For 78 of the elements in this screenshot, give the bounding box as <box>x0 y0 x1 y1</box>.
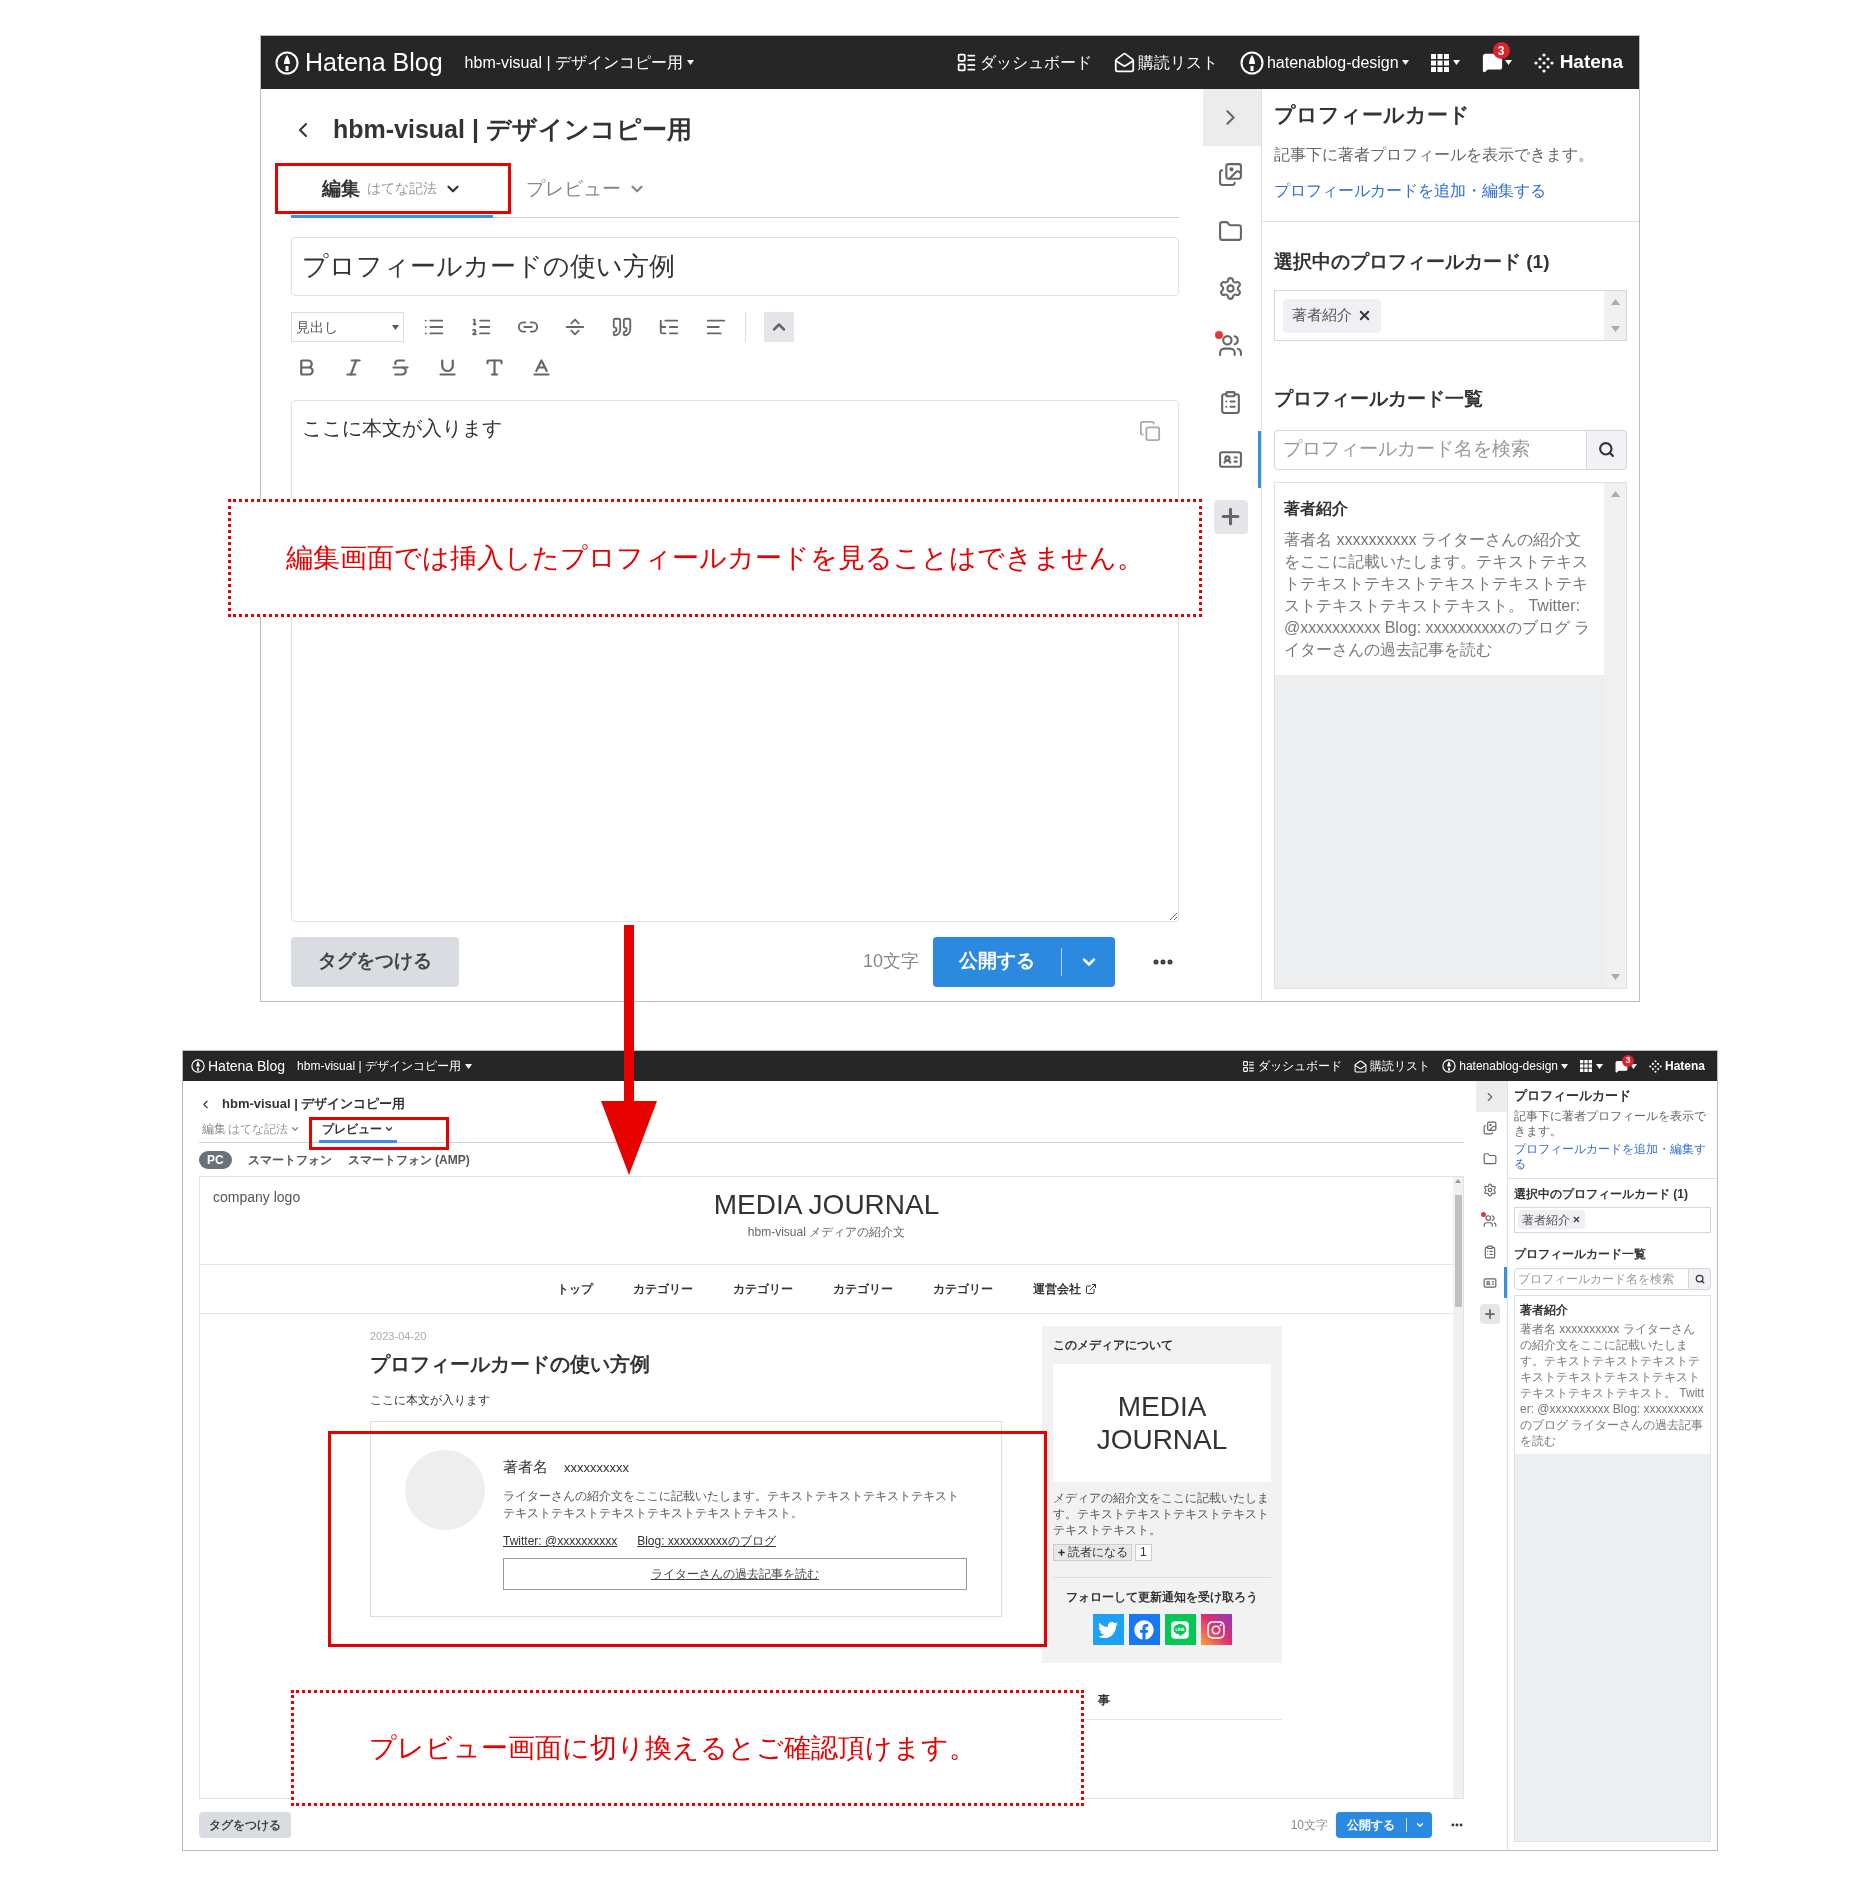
media-logo: MEDIA JOURNAL <box>1053 1364 1271 1482</box>
edit-cards-link[interactable]: プロフィールカードを追加・編集する <box>1274 178 1627 203</box>
card-summary: 著者名 xxxxxxxxxx ライターさんの紹介文をここに記載いたします。テキストテキストテキストテキストテキストテキストテキストテキストテキストテキスト。 Twitter: @xxxxxxxxxx Blog: xxxxxxxxxxのブログ ライターさんの過去記事を読む <box>1284 529 1592 660</box>
card-list-heading: プロフィールカード一覧 <box>1274 387 1484 411</box>
site-nav-link[interactable]: カテゴリー <box>932 1280 993 1298</box>
device-tab[interactable]: スマートフォン (AMP) <box>347 1151 470 1169</box>
mode-tab[interactable]: プレビュー <box>319 1120 397 1143</box>
panel-description: 記事下に著者プロフィールを表示できます。 <box>1514 1108 1707 1139</box>
site-nav-link[interactable]: トップ <box>556 1280 593 1298</box>
title-field[interactable]: プロフィールカードの使い方例 <box>291 237 1179 296</box>
device-tab[interactable]: PC <box>199 1151 232 1169</box>
subscribe-button[interactable]: 読者になる <box>1053 1544 1132 1561</box>
edit-cards-link[interactable]: プロフィールカードを追加・編集する <box>1514 1141 1711 1172</box>
blog-title: hbm-visual | デザインコピー用 <box>222 1095 406 1114</box>
site-nav-link[interactable]: カテゴリー <box>732 1280 793 1298</box>
site-description: hbm-visual メディアの紹介文 <box>747 1224 906 1241</box>
mode-tab[interactable]: 編集 はてな記法 <box>291 174 493 218</box>
hatena-blog-logo[interactable]: Hatena Blog <box>275 43 443 82</box>
device-tab[interactable]: スマートフォン <box>247 1151 332 1169</box>
annotation-note: プレビュー画面に切り換えるとご確認頂けます。 <box>291 1690 1084 1806</box>
publish-button[interactable]: 公開する <box>1336 1811 1432 1838</box>
past-articles-button[interactable]: ライターさんの過去記事を読む <box>503 1558 967 1590</box>
publish-button[interactable]: 公開する <box>933 936 1115 987</box>
post-date: 2023-04-20 <box>370 1329 428 1344</box>
profile-card-item[interactable]: 著者紹介 著者名 xxxxxxxxxx ライターさんの紹介文をここに記載いたします。テキストテキストテキストテキストテキストテキストテキストテキストテキストテキスト。 Twitter: @xxxxxxxxxx Blog: xxxxxxxxxxのブログ ライターさんの過去記事を読む <box>1515 1295 1710 1454</box>
search-field[interactable]: プロフィールカード名を検索 <box>1274 429 1587 470</box>
media-description: メディアの紹介文をここに記載いたします。テキストテキストテキストテキストテキストテキスト。 <box>1053 1490 1270 1538</box>
chip-label: 著者紹介 <box>1292 305 1352 326</box>
panel-description: 記事下に著者プロフィールを表示できます。 <box>1274 144 1595 165</box>
site-nav-link[interactable]: カテゴリー <box>832 1280 893 1298</box>
company-logo-text: company logo <box>212 1188 302 1207</box>
author-label: 著者名 <box>503 1456 548 1477</box>
hatena-blog-logo[interactable]: Hatena Blog <box>191 1055 286 1077</box>
widget-heading: 事 <box>1097 1692 1111 1709</box>
mode-tab[interactable]: プレビュー <box>495 174 677 218</box>
account-menu[interactable]: hatenablog-design <box>1442 1057 1568 1075</box>
follow-heading: フォローして更新通知を受け取ろう <box>1065 1589 1259 1606</box>
site-nav-link[interactable]: カテゴリー <box>632 1280 693 1298</box>
blog-select[interactable]: hbm-visual | デザインコピー用 <box>297 1057 472 1075</box>
card-summary: 著者名 xxxxxxxxxx ライターさんの紹介文をここに記載いたします。テキストテキストテキストテキストテキストテキストテキストテキストテキストテキスト。 Twitter: @xxxxxxxxxx Blog: xxxxxxxxxxのブログ ライターさんの過去記事を読む <box>1520 1320 1705 1449</box>
panel-title: プロフィールカード <box>1274 102 1471 128</box>
character-count: 10文字 <box>862 950 919 973</box>
add-tags-button[interactable]: タグをつける <box>199 1811 291 1838</box>
card-list-heading: プロフィールカード一覧 <box>1514 1245 1647 1263</box>
mode-tab[interactable]: 編集 はてな記法 <box>199 1120 303 1143</box>
author-name: xxxxxxxxxx <box>564 1458 629 1477</box>
add-tags-button[interactable]: タグをつける <box>291 936 459 987</box>
profile-card-item[interactable]: 著者紹介 著者名 xxxxxxxxxx ライターさんの紹介文をここに記載いたします。テキストテキストテキストテキストテキストテキストテキストテキストテキストテキスト。 Twitter: @xxxxxxxxxx Blog: xxxxxxxxxxのブログ ライターさんの過去記事を読む <box>1275 482 1604 675</box>
blog-title: hbm-visual | デザインコピー用 <box>333 114 692 146</box>
author-link[interactable]: Twitter: @xxxxxxxxxx <box>503 1532 618 1550</box>
heading-select[interactable]: 見出し <box>291 312 404 342</box>
card-name: 著者紹介 <box>1520 1301 1569 1319</box>
annotation-note: 編集画面では挿入したプロフィールカードを見ることはできません。 <box>228 499 1202 617</box>
subscriptions-link[interactable]: 購読リスト <box>1113 50 1218 75</box>
chip-label: 著者紹介 <box>1522 1211 1570 1229</box>
notification-badge: 3 <box>1622 1054 1634 1067</box>
card-name: 著者紹介 <box>1284 498 1349 519</box>
notification-badge: 3 <box>1492 42 1510 59</box>
dashboard-link[interactable]: ダッシュボード <box>1242 1057 1343 1075</box>
blog-select[interactable]: hbm-visual | デザインコピー用 <box>464 50 694 75</box>
account-menu[interactable]: hatenablog-design <box>1239 50 1409 75</box>
panel-title: プロフィールカード <box>1514 1087 1632 1105</box>
author-link[interactable]: Blog: xxxxxxxxxxのブログ <box>637 1532 776 1550</box>
author-bio: ライターさんの紹介文をここに記載いたします。テキストテキストテキストテキストテキストテキストテキストテキストテキストテキスト。 <box>503 1488 960 1522</box>
search-field[interactable]: プロフィールカード名を検索 <box>1514 1267 1689 1290</box>
subscriber-count: 1 <box>1135 1544 1152 1561</box>
post-title: プロフィールカードの使い方例 <box>370 1351 651 1377</box>
hatena-link[interactable]: Hatena <box>1533 48 1623 77</box>
hatena-link[interactable]: Hatena <box>1649 1057 1705 1075</box>
character-count: 10文字 <box>1290 1816 1328 1834</box>
site-title: MEDIA JOURNAL <box>713 1188 940 1222</box>
dashboard-link[interactable]: ダッシュボード <box>955 50 1092 75</box>
selected-cards-heading: 選択中のプロフィールカード (1) <box>1274 249 1551 274</box>
post-body: ここに本文が入ります <box>370 1391 491 1409</box>
subscriptions-link[interactable]: 購読リスト <box>1354 1057 1431 1075</box>
site-nav-link[interactable]: 運営会社 <box>1032 1280 1097 1298</box>
selected-cards-heading: 選択中のプロフィールカード (1) <box>1514 1186 1689 1202</box>
widget-heading: このメディアについて <box>1053 1337 1174 1354</box>
